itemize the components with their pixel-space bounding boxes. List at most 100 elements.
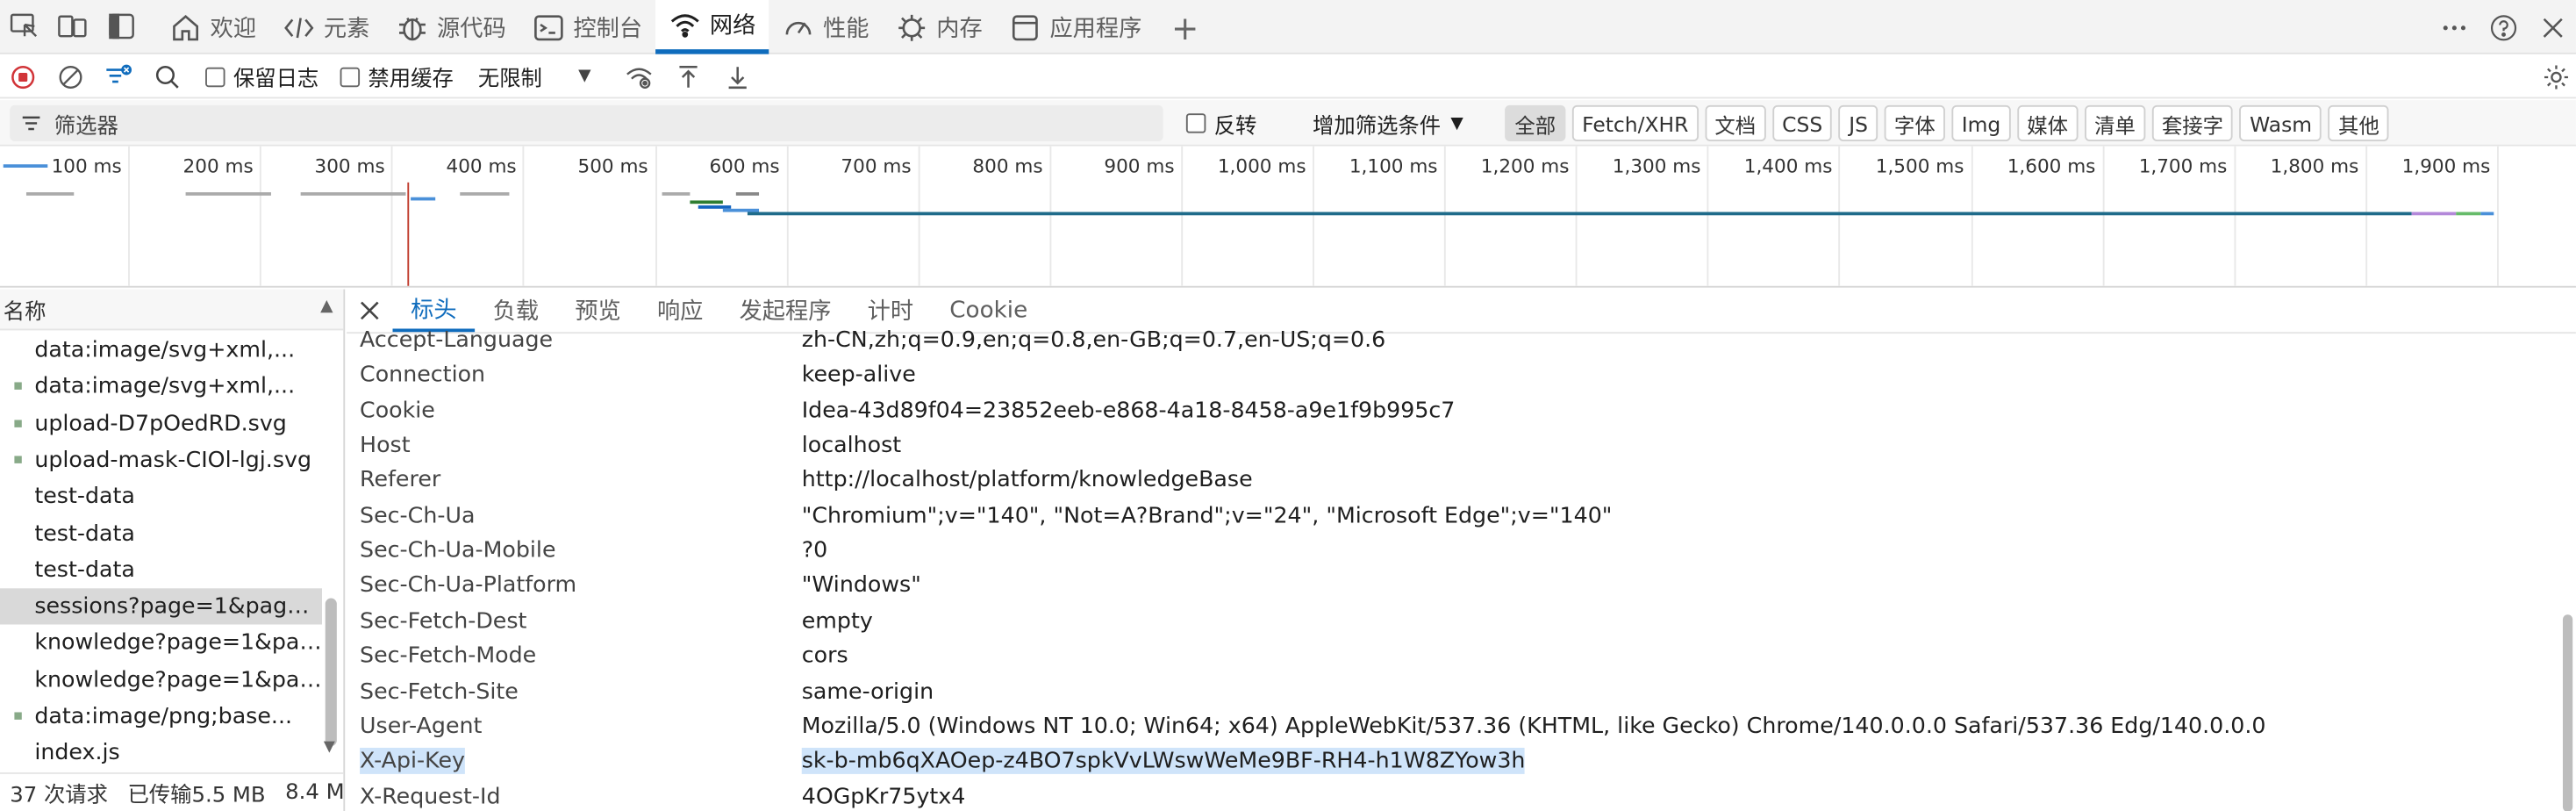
tab-application[interactable]: 应用程序 xyxy=(996,0,1156,54)
type-filter-css[interactable]: CSS xyxy=(1771,104,1833,142)
header-row: Referer http://localhost/platform/knowled… xyxy=(347,464,2548,499)
header-name[interactable]: Sec-Fetch-Dest xyxy=(360,607,526,634)
request-name: knowledge?page=1&pag... xyxy=(34,629,322,657)
header-name[interactable]: Sec-Ch-Ua-Platform xyxy=(360,572,576,599)
scroll-down-icon[interactable]: ▼ xyxy=(324,740,335,757)
type-filter-manifest[interactable]: 清单 xyxy=(2084,104,2146,142)
tab-memory[interactable]: 内存 xyxy=(882,0,995,54)
checkbox-box[interactable] xyxy=(1185,113,1206,133)
network-settings-button[interactable] xyxy=(2542,54,2572,99)
request-row[interactable]: knowledge?page=1&pag... xyxy=(0,662,322,698)
request-row[interactable]: test-data xyxy=(0,515,322,551)
type-filter-other[interactable]: 其他 xyxy=(2328,104,2390,142)
type-filter-doc[interactable]: 文档 xyxy=(1705,104,1766,142)
tab-label: 控制台 xyxy=(573,15,643,42)
header-value[interactable]: same-origin xyxy=(802,678,934,704)
header-value[interactable]: keep-alive xyxy=(802,362,916,389)
header-value[interactable]: ?0 xyxy=(802,537,828,563)
tab-performance[interactable]: 性能 xyxy=(769,0,882,54)
tab-elements[interactable]: 元素 xyxy=(269,0,383,54)
type-filter-img[interactable]: Img xyxy=(1951,104,2011,142)
tab-console[interactable]: 控制台 xyxy=(519,0,655,54)
request-row[interactable]: ▪ data:image/svg+xml,... xyxy=(0,369,322,405)
scrollbar-thumb[interactable] xyxy=(2562,614,2573,811)
tab-network[interactable]: 网络 xyxy=(655,0,769,54)
tab-label: 欢迎 xyxy=(210,15,257,42)
request-row[interactable]: test-data xyxy=(0,552,322,588)
header-name[interactable]: X-Api-Key xyxy=(360,748,466,775)
request-row[interactable]: ▪ upload-D7pOedRD.svg xyxy=(0,406,322,441)
clear-button[interactable] xyxy=(56,54,86,99)
type-filter-js[interactable]: JS xyxy=(1838,104,1878,142)
record-button[interactable] xyxy=(8,54,38,99)
request-row[interactable]: data:image/svg+xml,... xyxy=(0,332,322,368)
import-har-button[interactable] xyxy=(674,54,704,99)
request-row[interactable]: ▪ data:image/png;base... xyxy=(0,699,322,735)
header-value[interactable]: zh-CN,zh;q=0.9,en;q=0.8,en-GB;q=0.7,en-U… xyxy=(802,327,1386,354)
checkbox-box[interactable] xyxy=(340,66,361,87)
inspect-element-icon[interactable] xyxy=(8,10,40,42)
header-value[interactable]: "Windows" xyxy=(802,572,921,599)
checkbox-box[interactable] xyxy=(205,66,225,87)
request-row[interactable]: ▪ upload-mask-CIOl-lgj.svg xyxy=(0,441,322,477)
header-name[interactable]: Sec-Ch-Ua-Mobile xyxy=(360,537,555,563)
throttling-select[interactable]: 无限制 ▼ xyxy=(478,54,591,99)
tab-sources[interactable]: 源代码 xyxy=(383,0,519,54)
search-button[interactable] xyxy=(153,54,182,99)
timeline-gridline xyxy=(1313,146,1314,286)
request-row[interactable]: knowledge?page=1&pag... xyxy=(0,625,322,661)
type-filter-media[interactable]: 媒体 xyxy=(2017,104,2079,142)
header-name[interactable]: User-Agent xyxy=(360,713,482,739)
header-value[interactable]: "Chromium";v="140", "Not=A?Brand";v="24"… xyxy=(802,502,1613,528)
disable-cache-checkbox[interactable]: 禁用缓存 xyxy=(340,54,454,99)
header-value[interactable]: Mozilla/5.0 (Windows NT 10.0; Win64; x64… xyxy=(802,713,2266,739)
header-value[interactable]: sk-b-mb6qXAOep-z4BO7spkVvLWswWeMe9BF-RH4… xyxy=(801,748,1526,775)
header-value[interactable]: cors xyxy=(802,642,848,669)
close-icon[interactable] xyxy=(2529,4,2575,50)
filter-input[interactable]: 筛选器 xyxy=(10,104,1163,142)
invert-checkbox[interactable]: 反转 xyxy=(1185,100,1256,146)
request-row[interactable]: index.js xyxy=(0,736,322,772)
header-value[interactable]: 4OGpKr75ytx4 xyxy=(802,783,966,809)
details-scrollbar[interactable] xyxy=(2559,339,2576,811)
header-name[interactable]: Sec-Fetch-Site xyxy=(360,678,519,704)
header-name[interactable]: X-Request-Id xyxy=(360,783,500,809)
tab-welcome[interactable]: 欢迎 xyxy=(156,0,269,54)
add-panel-button[interactable]: + xyxy=(1155,0,1215,54)
header-name[interactable]: Sec-Ch-Ua xyxy=(360,502,475,528)
type-filter-wasm[interactable]: Wasm xyxy=(2239,104,2322,142)
type-filter-fetch-xhr[interactable]: Fetch/XHR xyxy=(1571,104,1699,142)
header-value[interactable]: Idea-43d89f04=23852eeb-e868-4a18-8458-a9… xyxy=(802,398,1456,424)
header-value[interactable]: empty xyxy=(802,607,873,634)
type-filter-all[interactable]: 全部 xyxy=(1505,104,1566,142)
header-name[interactable]: Referer xyxy=(360,467,440,493)
header-name[interactable]: Connection xyxy=(360,362,485,389)
export-har-button[interactable] xyxy=(723,54,753,99)
header-name[interactable]: Cookie xyxy=(360,398,435,424)
request-list-scrollbar[interactable]: ▼ xyxy=(322,299,341,763)
header-row: Connection keep-alive xyxy=(347,359,2548,393)
request-name: index.js xyxy=(34,740,120,767)
timeline-request-bar xyxy=(2411,212,2457,216)
header-name[interactable]: Host xyxy=(360,433,411,459)
type-filter-socket[interactable]: 套接字 xyxy=(2151,104,2234,142)
dock-sidebar-icon[interactable] xyxy=(105,10,138,42)
more-filters-dropdown[interactable]: 增加筛选条件 ▼ xyxy=(1313,100,1463,146)
header-value[interactable]: http://localhost/platform/knowledgeBase xyxy=(802,467,1253,493)
header-name[interactable]: Sec-Fetch-Mode xyxy=(360,642,536,669)
request-row[interactable]: test-data xyxy=(0,478,322,514)
preserve-log-checkbox[interactable]: 保留日志 xyxy=(205,54,318,99)
resources-size: 8.4 MB xyxy=(285,780,344,806)
timeline-overview[interactable]: 100 ms 200 ms 300 ms 400 ms 500 ms 600 ms 700 … xyxy=(0,146,2576,288)
request-row[interactable]: sessions?page=1&page_... xyxy=(0,588,322,625)
scrollbar-thumb[interactable] xyxy=(325,598,337,747)
device-emulation-icon[interactable] xyxy=(56,10,89,42)
header-value[interactable]: localhost xyxy=(802,433,901,459)
network-conditions-button[interactable] xyxy=(625,54,655,99)
type-filter-font[interactable]: 字体 xyxy=(1884,104,1946,142)
name-column-header[interactable]: 名称 ▲ xyxy=(0,289,344,331)
header-name[interactable]: Accept-Language xyxy=(360,327,553,354)
more-menu-icon[interactable] xyxy=(2431,4,2477,50)
filter-toggle-button[interactable] xyxy=(104,54,133,99)
help-icon[interactable] xyxy=(2480,4,2526,50)
